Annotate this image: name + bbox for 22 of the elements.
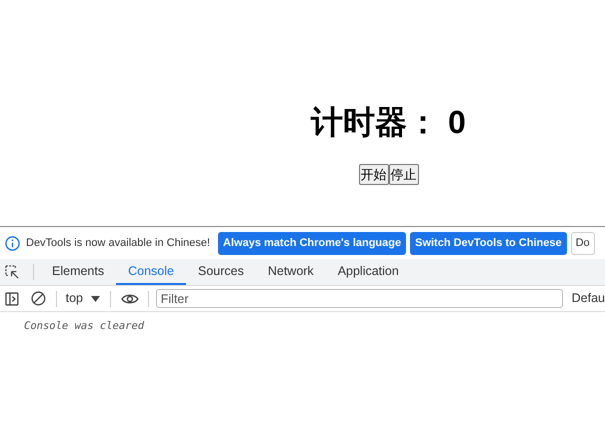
inspect-icon[interactable]: [5, 264, 20, 280]
infobar-button[interactable]: Always match Chrome's language: [218, 232, 406, 254]
infobar-button[interactable]: Do: [570, 232, 595, 254]
panel-tab[interactable]: Network: [256, 259, 326, 285]
panel-tab[interactable]: Elements: [40, 259, 116, 285]
clear-icon[interactable]: [30, 291, 46, 306]
infobar-button[interactable]: Switch DevTools to Chinese: [410, 232, 567, 254]
log-levels-dropdown[interactable]: Defau: [572, 289, 605, 308]
info-message: DevTools is now available in Chinese!: [26, 236, 210, 251]
sidebar-icon[interactable]: [5, 292, 19, 306]
page-button[interactable]: 停止: [388, 164, 418, 185]
context-dropdown[interactable]: top: [66, 289, 100, 308]
info-icon: [5, 236, 20, 250]
filter-field[interactable]: Filter: [156, 289, 563, 308]
panel-tab[interactable]: Application: [326, 259, 411, 285]
eye-icon[interactable]: [121, 292, 139, 304]
page-button[interactable]: 开始: [358, 164, 388, 185]
panel-tab[interactable]: Console: [116, 259, 186, 285]
caret-icon: [91, 296, 100, 302]
panel-tab[interactable]: Sources: [186, 259, 256, 285]
console-message: Console was cleared: [24, 319, 146, 334]
timer-heading: 计时器： 0: [311, 103, 466, 142]
